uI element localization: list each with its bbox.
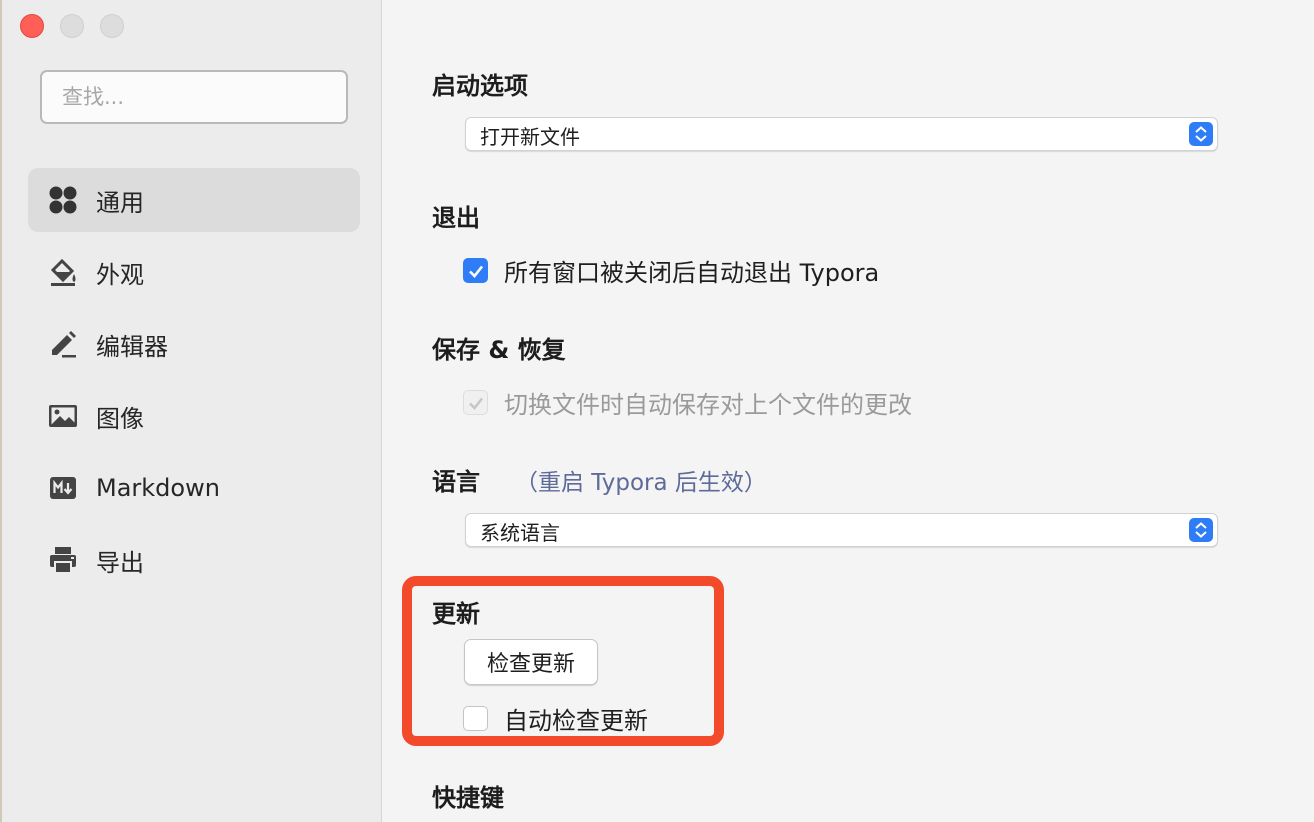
quit-checkbox[interactable] xyxy=(463,258,488,283)
shortcuts-section-title: 快捷键 xyxy=(432,784,504,812)
close-window-button[interactable] xyxy=(20,14,44,38)
sidebar: 通用 外观 编辑器 图像 xyxy=(0,0,382,822)
window-controls xyxy=(20,14,124,38)
startup-option-value: 打开新文件 xyxy=(480,125,580,149)
sidebar-item-export[interactable]: 导出 xyxy=(28,528,360,592)
chevron-updown-icon xyxy=(1189,518,1213,542)
sidebar-item-label: 外观 xyxy=(96,260,144,289)
chevron-updown-icon xyxy=(1189,122,1213,146)
checkmark-icon xyxy=(468,397,483,410)
sidebar-item-label: 图像 xyxy=(96,404,144,433)
minimize-window-button[interactable] xyxy=(60,14,84,38)
update-section-title: 更新 xyxy=(432,600,480,628)
auto-update-row[interactable]: 自动检查更新 xyxy=(463,701,648,736)
preferences-window: 通用 外观 编辑器 图像 xyxy=(0,0,1314,822)
quit-option-label: 所有窗口被关闭后自动退出 Typora xyxy=(504,259,880,287)
auto-update-checkbox[interactable] xyxy=(463,706,488,731)
autosave-checkbox xyxy=(463,390,488,415)
zoom-window-button[interactable] xyxy=(100,14,124,38)
quit-option-row[interactable]: 所有窗口被关闭后自动退出 Typora xyxy=(463,253,879,288)
language-restart-note: （重启 Typora 后生效） xyxy=(515,470,767,496)
startup-section-title: 启动选项 xyxy=(432,72,528,100)
sidebar-item-label: 导出 xyxy=(96,548,144,577)
checkmark-icon xyxy=(468,265,483,278)
sidebar-item-image[interactable]: 图像 xyxy=(28,384,360,448)
sidebar-item-label: 编辑器 xyxy=(96,332,168,361)
autosave-option-label: 切换文件时自动保存对上个文件的更改 xyxy=(504,391,912,419)
save-section-title: 保存 & 恢复 xyxy=(432,336,566,364)
sidebar-item-label: Markdown xyxy=(96,474,220,502)
check-update-button[interactable]: 检查更新 xyxy=(464,639,598,685)
sidebar-item-general[interactable]: 通用 xyxy=(28,168,360,232)
general-icon xyxy=(46,183,80,217)
search-input[interactable] xyxy=(40,70,348,124)
save-option-row: 切换文件时自动保存对上个文件的更改 xyxy=(463,385,912,420)
paint-bucket-icon xyxy=(46,255,80,289)
language-value: 系统语言 xyxy=(480,521,560,545)
quit-section-title: 退出 xyxy=(432,204,480,232)
sidebar-item-appearance[interactable]: 外观 xyxy=(28,240,360,304)
sidebar-nav: 通用 外观 编辑器 图像 Markdown 导出 xyxy=(28,168,360,600)
sidebar-item-editor[interactable]: 编辑器 xyxy=(28,312,360,376)
language-section-title: 语言 xyxy=(432,468,480,496)
auto-update-label: 自动检查更新 xyxy=(504,707,648,735)
pencil-icon xyxy=(46,327,80,361)
startup-option-select[interactable]: 打开新文件 xyxy=(465,117,1218,151)
printer-icon xyxy=(46,543,80,577)
markdown-icon xyxy=(46,471,80,505)
sidebar-item-markdown[interactable]: Markdown xyxy=(28,456,360,520)
language-select[interactable]: 系统语言 xyxy=(465,513,1218,547)
settings-panel: 启动选项 打开新文件 退出 所有窗口被关闭后自动退出 Typora 保存 & 恢… xyxy=(383,0,1314,822)
image-icon xyxy=(46,399,80,433)
sidebar-item-label: 通用 xyxy=(96,188,144,217)
